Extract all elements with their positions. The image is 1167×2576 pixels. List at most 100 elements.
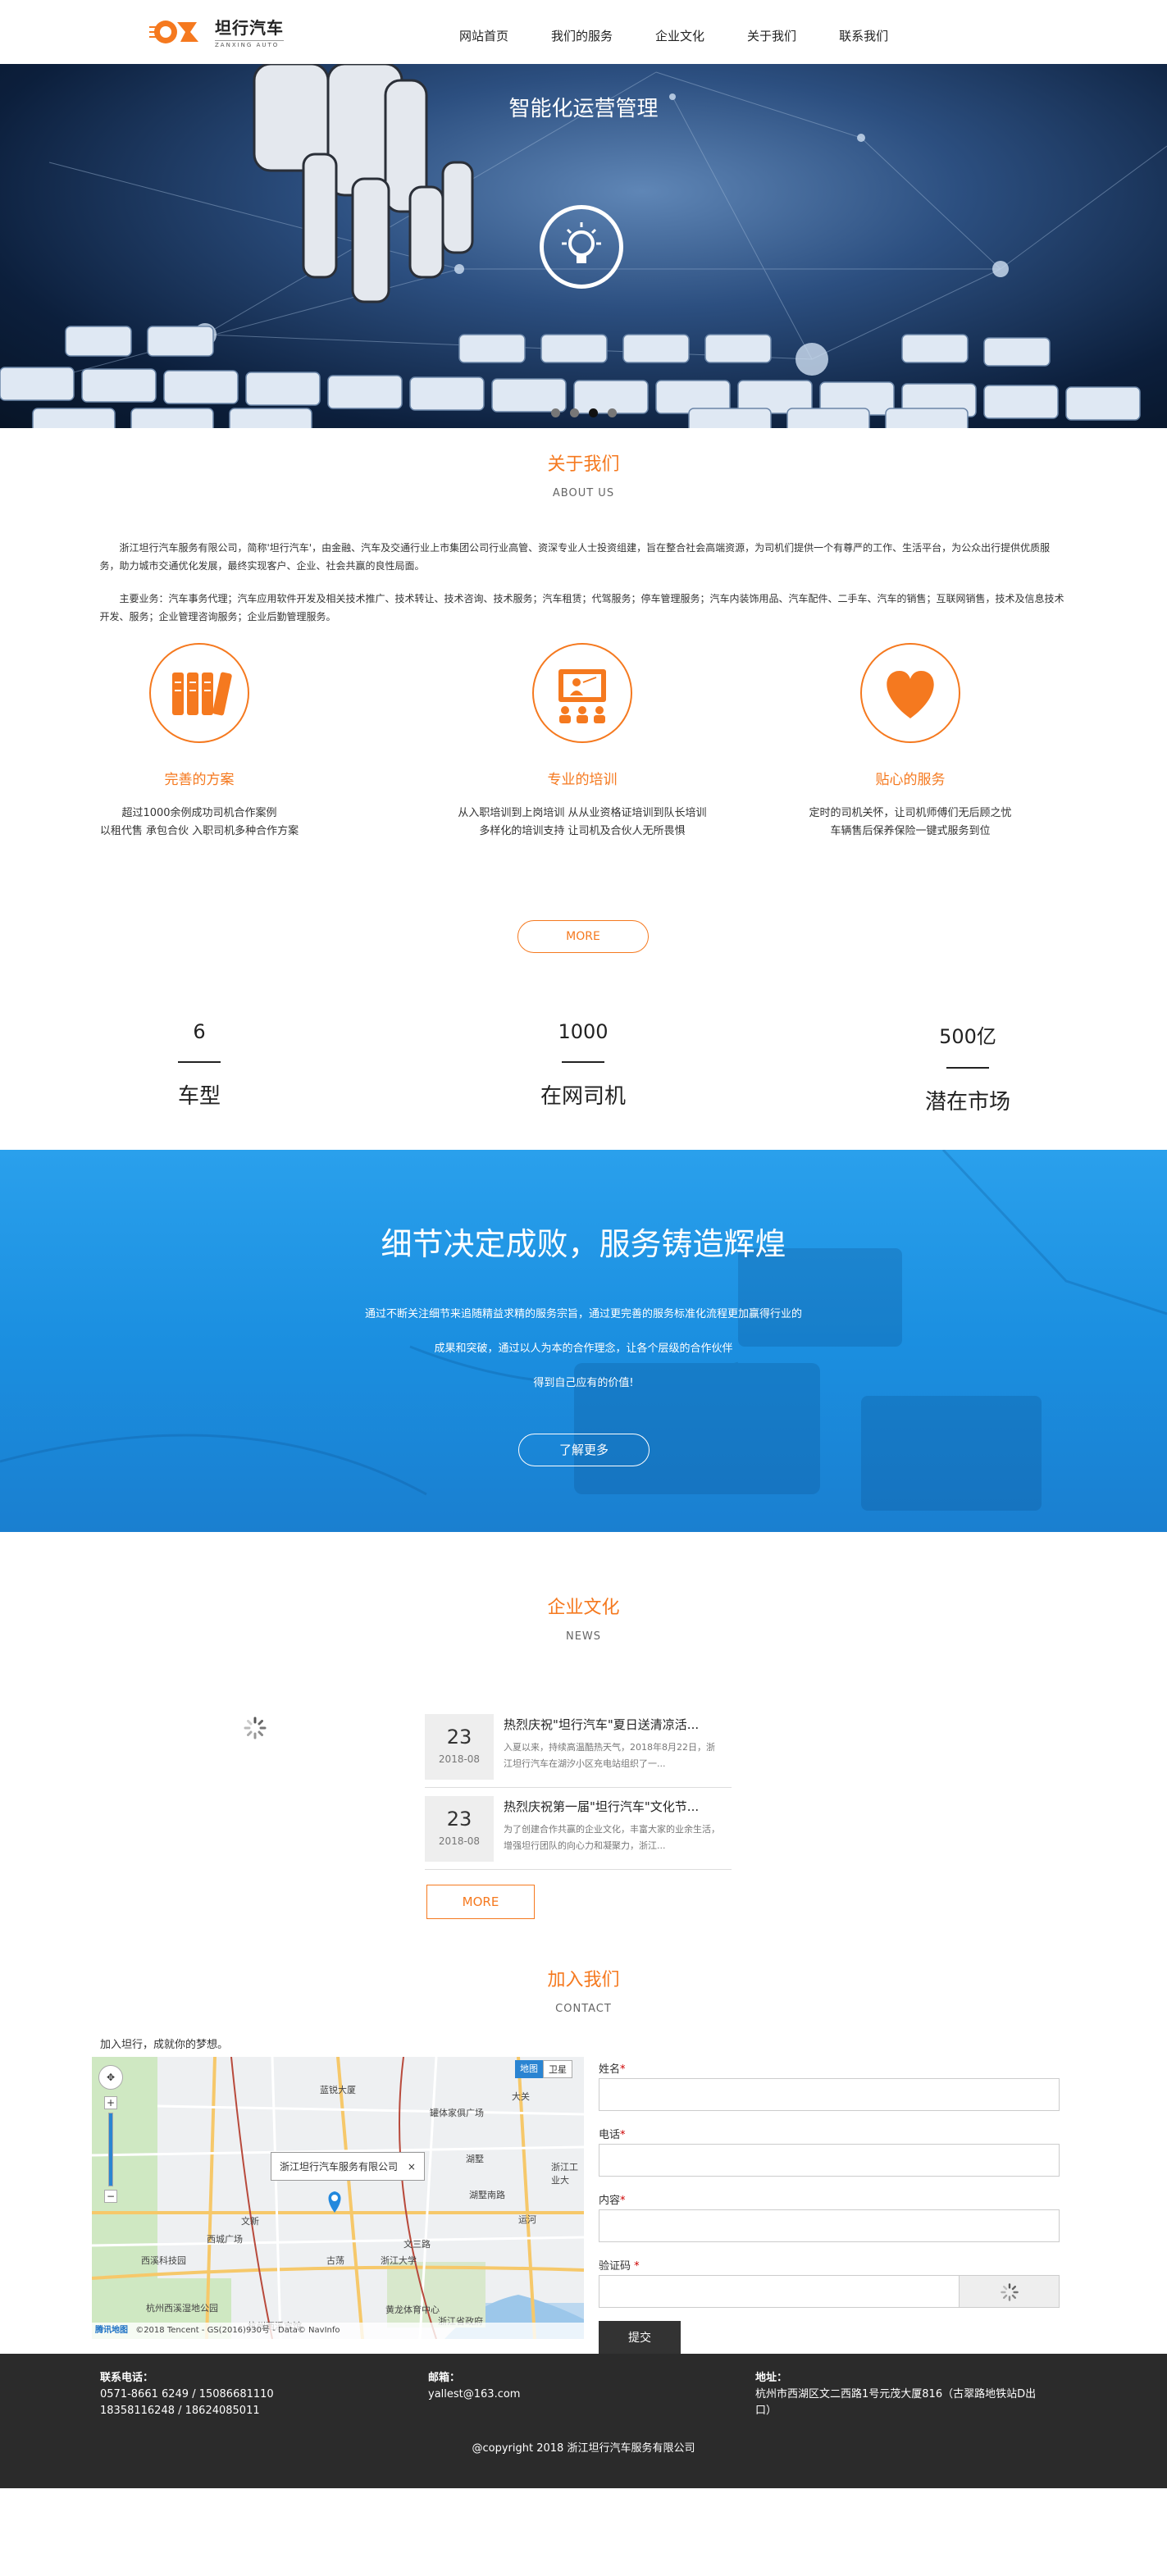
- hero-dot-2[interactable]: [569, 408, 579, 417]
- footer-address: 地址： 杭州市西湖区文二西路1号元茂大厦816（古翠路地铁站D出 口）: [755, 2370, 1067, 2419]
- contact-intro: 加入坦行，成就你的梦想。: [100, 2039, 229, 2051]
- hero-dot-3[interactable]: [588, 408, 598, 417]
- news-title-link[interactable]: 热烈庆祝第一届"坦行汽车"文化节...: [504, 1798, 722, 1815]
- map-brand: 腾讯地图: [95, 2326, 128, 2335]
- stat-number: 500亿: [939, 1025, 996, 1048]
- learn-more-button[interactable]: 了解更多: [518, 1434, 650, 1466]
- feature-desc-line: 定时的司机关怀，让司机师傅们无后顾之忧: [809, 807, 1012, 819]
- map-copyright: ©2018 Tencent - GS(2016)930号 - Data© Nav…: [135, 2326, 340, 2335]
- map-label: 罐体家俱广场: [430, 2108, 484, 2118]
- hero-banner: 智能化运营管理: [0, 64, 1167, 428]
- map-label: 西城广场: [207, 2234, 243, 2245]
- map-label: 古荡: [326, 2255, 344, 2266]
- submit-button[interactable]: 提交: [599, 2321, 681, 2354]
- map-label: 文新: [241, 2216, 259, 2227]
- feature-desc: 超过1000余例成功司机合作案例 以租代售 承包合伙 入职司机多种合作方案: [52, 805, 347, 841]
- map-label: 西溪科技园: [141, 2255, 186, 2266]
- logo[interactable]: 坦行汽车 ZANXING AUTO: [148, 15, 284, 48]
- feature-service: 贴心的服务 定时的司机关怀，让司机师傅们无后顾之忧 车辆售后保养保险一键式服务到…: [763, 643, 1058, 841]
- content-label: 内容*: [599, 2195, 626, 2207]
- captcha-image[interactable]: [960, 2275, 1060, 2308]
- news-day: 23: [446, 1726, 472, 1748]
- name-label: 姓名*: [599, 2063, 626, 2076]
- logo-text: 坦行汽车 ZANXING AUTO: [215, 15, 284, 48]
- nav-culture[interactable]: 企业文化: [655, 0, 704, 64]
- stats-section: 6 车型 1000 在网司机 500亿 潜在市场: [0, 1020, 1167, 1150]
- contact-form: 姓名* 电话* 内容* 验证码 * 提交: [599, 2060, 1060, 2354]
- news-title-link[interactable]: 热烈庆祝"坦行汽车"夏日送清凉活...: [504, 1716, 722, 1733]
- nav-contact[interactable]: 联系我们: [839, 0, 888, 64]
- hero-dot-4[interactable]: [607, 408, 617, 417]
- feature-desc: 定时的司机关怀，让司机师傅们无后顾之忧 车辆售后保养保险一键式服务到位: [763, 805, 1058, 841]
- footer-phone-label: 联系电话：: [100, 2372, 154, 2384]
- heart-icon: [860, 643, 960, 743]
- map-label: 运河: [518, 2214, 536, 2225]
- phone-label-text: 电话: [599, 2129, 621, 2141]
- phone-field[interactable]: [599, 2144, 1060, 2177]
- news-item[interactable]: 23 2018-08 热烈庆祝第一届"坦行汽车"文化节... 为了创建合作共赢的…: [425, 1788, 732, 1870]
- name-field[interactable]: [599, 2078, 1060, 2111]
- news-year-month: 2018-08: [438, 1753, 481, 1765]
- news-summary: 为了创建合作共赢的企业文化，丰富大家的业余生活，增强坦行团队的向心力和凝聚力，浙…: [504, 1824, 720, 1851]
- logo-en: ZANXING AUTO: [215, 40, 284, 48]
- about-section: 关于我们 ABOUT US 浙江坦行汽车服务有限公司，简称'坦行汽车'，由金融、…: [0, 428, 1167, 1020]
- nav-home[interactable]: 网站首页: [459, 0, 508, 64]
- footer-phone-2: 18358116248 / 18624085011: [100, 2405, 260, 2417]
- map-label: 蓝锐大厦: [320, 2085, 356, 2095]
- feature-solution: 完善的方案 超过1000余例成功司机合作案例 以租代售 承包合伙 入职司机多种合…: [52, 643, 347, 841]
- map-labels: 蓝锐大厦 大关 罐体家俱广场 湖墅 浙江工业大 湖墅南路 文新 西城广场 古荡 …: [92, 2057, 584, 2339]
- feature-title: 贴心的服务: [875, 772, 946, 788]
- about-para-1: 浙江坦行汽车服务有限公司，简称'坦行汽车'，由金融、汽车及交通行业上市集团公司行…: [99, 542, 1051, 572]
- name-label-text: 姓名: [599, 2063, 621, 2076]
- stat-number: 6: [193, 1020, 206, 1043]
- feature-desc-line: 以租代售 承包合伙 入职司机多种合作方案: [99, 825, 299, 837]
- site-footer: 联系电话： 0571-8661 6249 / 15086681110 18358…: [0, 2354, 1167, 2488]
- map-widget[interactable]: ✥ + − 地图 卫星 浙江坦行汽车服务有限公司 × 蓝锐大厦 大关 罐体家俱广…: [92, 2057, 584, 2339]
- banner-line: 通过不断关注细节来追随精益求精的服务宗旨，通过更完善的服务标准化流程更加赢得行业…: [364, 1308, 802, 1320]
- footer-email-label: 邮箱：: [428, 2372, 461, 2384]
- stat-divider: [562, 1061, 604, 1063]
- lightbulb-icon: [540, 205, 623, 289]
- features: 完善的方案 超过1000余例成功司机合作案例 以租代售 承包合伙 入职司机多种合…: [0, 643, 1167, 837]
- news-summary: 入夏以来，持续高温酷热天气，2018年8月22日，浙江坦行汽车在湖汐小区充电站组…: [504, 1742, 715, 1769]
- map-label: 浙江工业大: [551, 2162, 578, 2186]
- about-text: 浙江坦行汽车服务有限公司，简称'坦行汽车'，由金融、汽车及交通行业上市集团公司行…: [100, 539, 1068, 626]
- nav-about[interactable]: 关于我们: [747, 0, 796, 64]
- footer-email-value[interactable]: yallest@163.com: [428, 2387, 520, 2403]
- news-more-button[interactable]: MORE: [426, 1885, 535, 1919]
- hero-pagination: [0, 408, 1167, 417]
- map-label: 杭州西溪湿地公园: [146, 2303, 218, 2314]
- stat-label: 潜在市场: [924, 1090, 1010, 1115]
- news-date: 23 2018-08: [425, 1796, 494, 1862]
- footer-copyright: @copyright 2018 浙江坦行汽车服务有限公司: [472, 2442, 695, 2455]
- map-label: 湖墅: [466, 2154, 484, 2164]
- news-year-month: 2018-08: [438, 1835, 481, 1847]
- slogan-banner: 细节决定成败，服务铸造辉煌 通过不断关注细节来追随精益求精的服务宗旨，通过更完善…: [0, 1150, 1167, 1532]
- about-para-2: 主要业务：汽车事务代理；汽车应用软件开发及相关技术推广、技术转让、技术咨询、技术…: [99, 593, 1064, 622]
- footer-address-2: 口）: [755, 2405, 777, 2417]
- contact-title: 加入我们: [547, 1970, 620, 1990]
- news-item[interactable]: 23 2018-08 热烈庆祝"坦行汽车"夏日送清凉活... 入夏以来，持续高温…: [425, 1706, 732, 1788]
- banner-text: 通过不断关注细节来追随精益求精的服务宗旨，通过更完善的服务标准化流程更加赢得行业…: [0, 1297, 1167, 1401]
- logo-mark-icon: [149, 20, 198, 43]
- news-body: 热烈庆祝第一届"坦行汽车"文化节... 为了创建合作共赢的企业文化，丰富大家的业…: [504, 1796, 722, 1869]
- loading-spinner-icon: [244, 1717, 267, 1739]
- footer-phone: 联系电话： 0571-8661 6249 / 15086681110 18358…: [100, 2370, 274, 2419]
- stat-drivers: 1000 在网司机: [460, 1020, 706, 1110]
- hero-dot-1[interactable]: [550, 408, 560, 417]
- map-label: 文三路: [403, 2239, 431, 2250]
- nav-services[interactable]: 我们的服务: [551, 0, 613, 64]
- logo-cn: 坦行汽车: [215, 18, 284, 38]
- captcha-field[interactable]: [599, 2275, 960, 2308]
- feature-desc: 从入职培训到上岗培训 从从业资格证培训到队长培训 多样化的培训支持 让司机及合伙…: [435, 805, 730, 841]
- phone-label: 电话*: [599, 2129, 626, 2141]
- feature-title: 完善的方案: [164, 772, 235, 788]
- news-date: 23 2018-08: [425, 1714, 494, 1780]
- news-subtitle: NEWS: [565, 1630, 602, 1643]
- page: 坦行汽车 ZANXING AUTO 网站首页 我们的服务 企业文化 关于我们 联…: [0, 0, 1167, 2488]
- footer-email: 邮箱： yallest@163.com: [428, 2370, 520, 2403]
- loading-spinner-icon: [1001, 2283, 1019, 2301]
- captcha-label-text: 验证码: [599, 2260, 631, 2273]
- about-more-button[interactable]: MORE: [517, 920, 649, 953]
- content-field[interactable]: [599, 2209, 1060, 2242]
